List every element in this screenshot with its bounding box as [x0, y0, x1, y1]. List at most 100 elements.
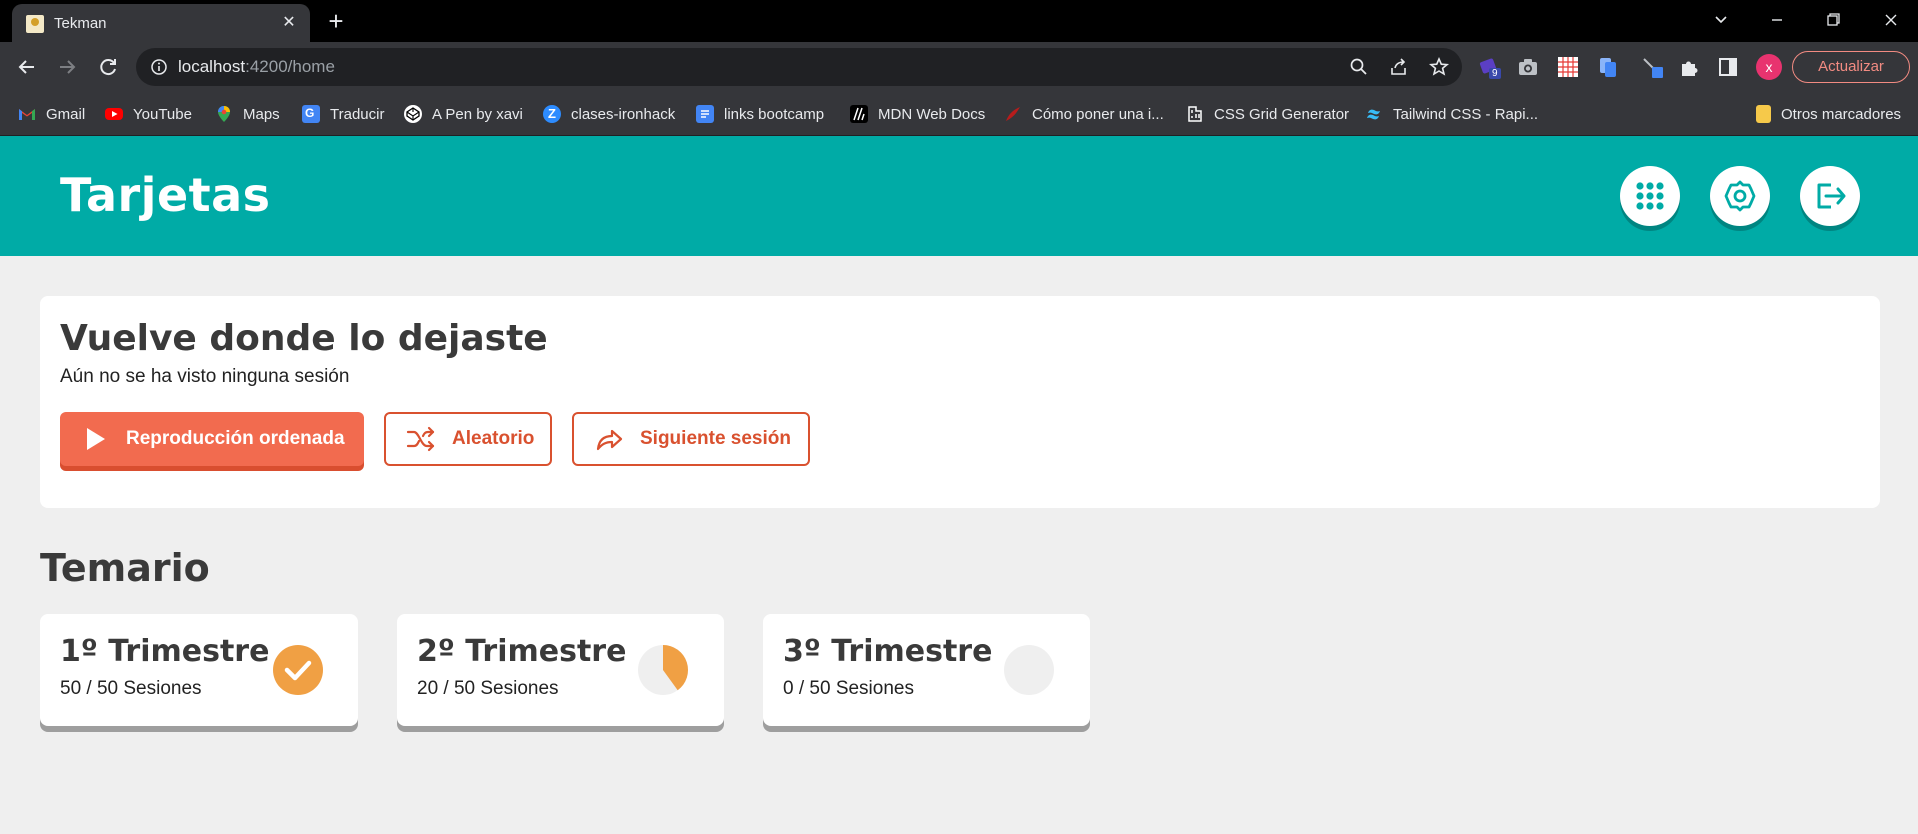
- gear-icon: [1724, 180, 1756, 212]
- apps-grid-icon: [1636, 182, 1664, 210]
- term-card-1[interactable]: 1º Trimestre 50 / 50 Sesiones: [40, 614, 358, 726]
- bookmark-label: Cómo poner una i...: [1032, 105, 1164, 123]
- bookmark-clases-ironhack[interactable]: Z clases-ironhack: [543, 104, 675, 124]
- term-complete-check-icon: [273, 645, 323, 695]
- bookmark-mdn[interactable]: MDN Web Docs: [850, 104, 985, 124]
- bookmark-label: Otros marcadores: [1781, 105, 1902, 123]
- share-icon[interactable]: [1388, 56, 1410, 78]
- tab-title: Tekman: [54, 15, 107, 32]
- browser-tab-bar: Tekman ✕ +: [0, 0, 1918, 42]
- bookmark-tailwind[interactable]: Tailwind CSS - Rapi...: [1365, 104, 1538, 124]
- ordered-playback-label: Reproducción ordenada: [126, 428, 345, 449]
- camera-extension-icon[interactable]: [1516, 55, 1540, 79]
- bookmark-label: Traducir: [330, 105, 385, 123]
- bookmark-otros-marcadores[interactable]: Otros marcadores: [1756, 104, 1901, 124]
- bookmark-maps[interactable]: Maps: [215, 104, 280, 124]
- bookmark-label: Gmail: [46, 105, 86, 123]
- syllabus-title: Temario: [40, 546, 210, 590]
- codepen-icon: [404, 105, 422, 123]
- logout-icon: [1817, 183, 1846, 209]
- color-picker-extension-icon[interactable]: [1640, 55, 1664, 79]
- resume-card: Vuelve donde lo dejaste Aún no se ha vis…: [40, 296, 1880, 508]
- settings-button[interactable]: [1710, 166, 1770, 226]
- term-title: 2º Trimestre: [417, 634, 627, 669]
- bookmark-label: Tailwind CSS - Rapi...: [1393, 105, 1539, 123]
- browser-toolbar: localhost:4200/home 9 x Actualizar: [0, 42, 1918, 92]
- ordered-playback-button[interactable]: Reproducción ordenada: [60, 412, 364, 466]
- extensions-puzzle-icon[interactable]: [1678, 55, 1702, 79]
- tekman-favicon-icon: [26, 15, 44, 33]
- grid-icon: [1186, 105, 1204, 123]
- reload-icon[interactable]: [94, 53, 122, 81]
- term-title: 3º Trimestre: [783, 634, 993, 669]
- bookmark-label: CSS Grid Generator: [1214, 105, 1350, 123]
- bookmark-traducir[interactable]: G Traducir: [302, 104, 384, 124]
- resume-subtitle: Aún no se ha visto ninguna sesión: [60, 366, 350, 387]
- term-session-count: 20 / 50 Sesiones: [417, 678, 559, 699]
- term-title: 1º Trimestre: [60, 634, 270, 669]
- next-session-button[interactable]: Siguiente sesión: [572, 412, 810, 466]
- minimize-icon[interactable]: [1762, 6, 1792, 34]
- bookmark-label: YouTube: [133, 105, 192, 123]
- bookmark-gmail[interactable]: Gmail: [18, 104, 85, 124]
- bookmark-star-icon[interactable]: [1428, 56, 1450, 78]
- bookmark-como-poner[interactable]: Cómo poner una i...: [1004, 104, 1164, 124]
- url-text: localhost:4200/home: [178, 57, 335, 77]
- bookmark-css-grid[interactable]: CSS Grid Generator: [1186, 104, 1349, 124]
- bookmark-label: clases-ironhack: [571, 105, 676, 123]
- term-progress-pie: [1004, 645, 1054, 695]
- logout-button[interactable]: [1800, 166, 1860, 226]
- maps-icon: [215, 105, 233, 123]
- tab-close-icon[interactable]: ✕: [278, 12, 300, 34]
- bookmark-youtube[interactable]: YouTube: [105, 104, 192, 124]
- bookmarks-bar: Gmail YouTube Maps G Traducir A Pen by x…: [0, 92, 1918, 136]
- mdn-icon: [850, 105, 868, 123]
- back-icon[interactable]: [13, 53, 41, 81]
- apps-button[interactable]: [1620, 166, 1680, 226]
- side-panel-icon[interactable]: [1716, 55, 1740, 79]
- site-info-icon[interactable]: [150, 58, 168, 76]
- bookmark-links-bootcamp[interactable]: links bootcamp: [696, 104, 824, 124]
- term-card-2[interactable]: 2º Trimestre 20 / 50 Sesiones: [397, 614, 724, 726]
- docs-icon: [696, 105, 714, 123]
- forward-icon[interactable]: [53, 53, 81, 81]
- app-header: Tarjetas: [0, 136, 1918, 256]
- grid-extension-icon[interactable]: [1556, 55, 1580, 79]
- site-icon: [1004, 105, 1022, 123]
- folder-icon: [1756, 105, 1771, 123]
- extension-stack-icon[interactable]: 9: [1478, 55, 1502, 79]
- profile-avatar[interactable]: x: [1756, 54, 1782, 80]
- search-icon[interactable]: [1348, 56, 1370, 78]
- bookmark-pen-by-xavi[interactable]: A Pen by xavi: [404, 104, 523, 124]
- zoom-icon: Z: [543, 105, 561, 123]
- extension-badge: 9: [1492, 68, 1498, 79]
- browser-tab[interactable]: Tekman ✕: [12, 4, 310, 42]
- random-button[interactable]: Aleatorio: [384, 412, 552, 466]
- restore-icon[interactable]: [1818, 6, 1848, 34]
- page-title: Tarjetas: [60, 168, 271, 222]
- new-tab-button[interactable]: +: [322, 8, 350, 36]
- forward-arrow-icon: [596, 429, 623, 451]
- gmail-icon: [18, 105, 36, 123]
- update-button[interactable]: Actualizar: [1792, 51, 1910, 83]
- url-host: localhost: [178, 57, 246, 76]
- copy-extension-icon[interactable]: [1596, 55, 1620, 79]
- term-card-3[interactable]: 3º Trimestre 0 / 50 Sesiones: [763, 614, 1090, 726]
- bookmark-label: links bootcamp: [724, 105, 825, 123]
- term-session-count: 0 / 50 Sesiones: [783, 678, 914, 699]
- term-session-count: 50 / 50 Sesiones: [60, 678, 202, 699]
- tailwind-icon: [1365, 105, 1383, 123]
- window-close-icon[interactable]: [1876, 6, 1906, 34]
- bookmark-label: MDN Web Docs: [878, 105, 986, 123]
- address-bar[interactable]: localhost:4200/home: [136, 48, 1462, 86]
- random-label: Aleatorio: [452, 428, 535, 449]
- resume-title: Vuelve donde lo dejaste: [60, 318, 548, 359]
- url-path: :4200/home: [245, 57, 335, 76]
- translate-icon: G: [302, 105, 320, 123]
- bookmark-label: A Pen by xavi: [432, 105, 523, 123]
- shuffle-icon: [406, 426, 435, 452]
- youtube-icon: [105, 105, 123, 123]
- term-progress-pie: [638, 645, 689, 695]
- next-session-label: Siguiente sesión: [640, 428, 791, 449]
- tab-search-chevron-icon[interactable]: [1706, 6, 1736, 34]
